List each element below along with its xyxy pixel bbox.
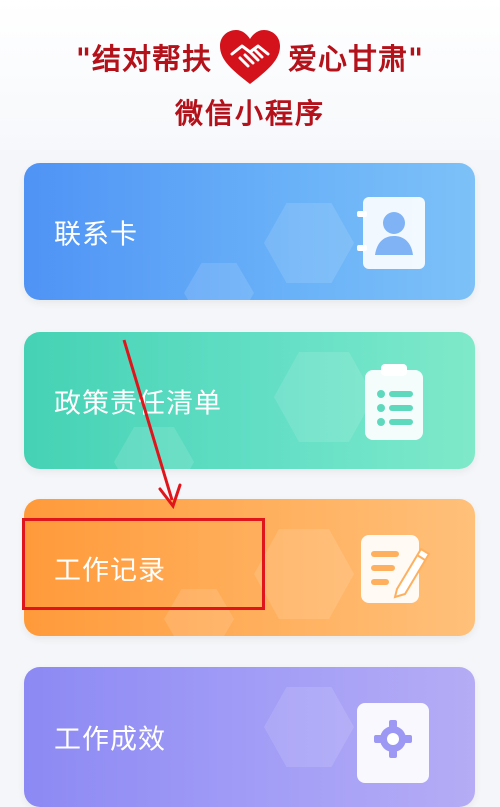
decorative-hexagon (114, 427, 194, 469)
menu-item-policy-list[interactable]: 政策责任清单 (24, 332, 475, 469)
menu-item-label: 联系卡 (54, 219, 138, 250)
contact-card-icon (357, 197, 425, 269)
menu-item-contact-card[interactable]: 联系卡 (24, 163, 475, 300)
decorative-hexagon (264, 203, 354, 283)
clipboard-list-icon (365, 364, 423, 440)
decorative-hexagon (184, 263, 254, 300)
decorative-hexagon (254, 529, 354, 619)
decorative-hexagon (264, 687, 354, 767)
annotation-highlight-box (22, 518, 265, 610)
gear-icon (357, 703, 429, 783)
menu-item-label: 工作成效 (54, 724, 166, 756)
heart-handshake-icon (220, 30, 280, 84)
title-right: 爱心甘肃" (288, 42, 425, 76)
menu-item-label: 政策责任清单 (54, 388, 222, 419)
app-title: "结对帮扶 爱心甘肃" (0, 28, 500, 86)
menu-item-work-results[interactable]: 工作成效 (24, 667, 475, 807)
title-left: "结对帮扶 (75, 42, 212, 76)
app-header: "结对帮扶 爱心甘肃" 微信小程序 (0, 0, 500, 150)
app-subtitle: 微信小程序 (174, 97, 325, 130)
note-pencil-icon (361, 535, 431, 603)
